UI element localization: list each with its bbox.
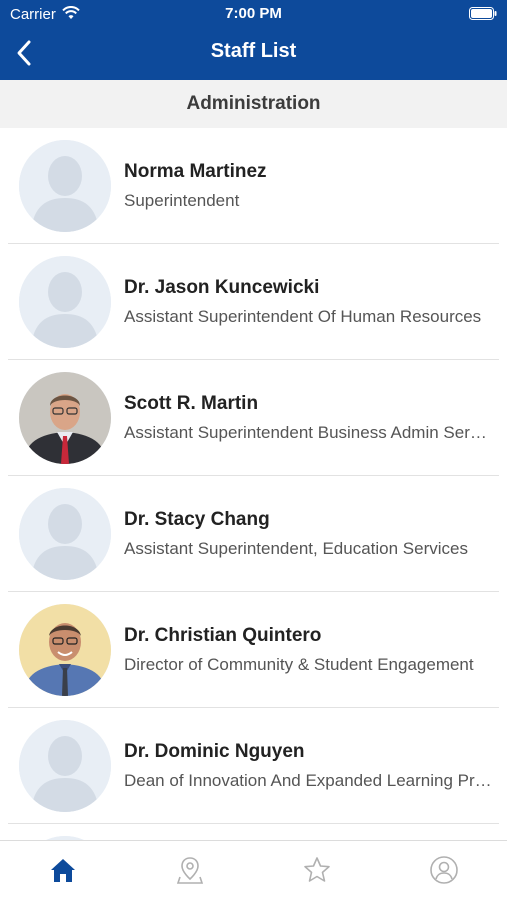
staff-title: Assistant Superintendent Of Human Resour… — [124, 307, 482, 326]
staff-name: Dr. Jason Kuncewicki — [124, 277, 320, 298]
staff-row-partial[interactable] — [0, 824, 507, 840]
status-bar: Carrier 7:00 PM — [0, 0, 507, 28]
staff-title: Dean of Innovation And Expanded Learning… — [124, 771, 494, 790]
avatar-placeholder — [19, 140, 111, 232]
staff-name: Scott R. Martin — [124, 393, 259, 414]
profile-icon — [430, 856, 458, 884]
staff-title: Director of Community & Student Engageme… — [124, 655, 474, 674]
avatar-placeholder — [19, 720, 111, 812]
battery-icon — [469, 7, 497, 20]
home-icon — [51, 859, 75, 882]
staff-row[interactable]: Dr. Dominic Nguyen Dean of Innovation An… — [0, 708, 507, 824]
staff-row[interactable]: Scott R. Martin Assistant Superintendent… — [0, 360, 507, 476]
star-icon — [304, 857, 330, 882]
tab-locations[interactable] — [127, 841, 253, 900]
avatar-placeholder — [19, 256, 111, 348]
tab-profile[interactable] — [381, 841, 507, 900]
avatar-photo — [19, 372, 111, 464]
staff-list[interactable]: Norma Martinez Superintendent Dr. Jason … — [0, 128, 507, 840]
staff-row[interactable]: Dr. Jason Kuncewicki Assistant Superinte… — [0, 244, 507, 360]
staff-title: Superintendent — [124, 191, 240, 210]
staff-title: Assistant Superintendent Business Admin … — [124, 423, 494, 442]
tab-home[interactable] — [0, 841, 126, 900]
section-header: Administration — [0, 80, 507, 128]
map-pin-icon — [176, 857, 204, 884]
staff-title: Assistant Superintendent, Education Serv… — [124, 539, 468, 558]
staff-name: Dr. Christian Quintero — [124, 625, 322, 646]
staff-name: Dr. Stacy Chang — [124, 509, 270, 530]
staff-row[interactable]: Dr. Christian Quintero Director of Commu… — [0, 592, 507, 708]
clock: 7:00 PM — [225, 5, 282, 22]
staff-row[interactable]: Dr. Stacy Chang Assistant Superintendent… — [0, 476, 507, 592]
tab-bar — [0, 840, 507, 900]
staff-name: Norma Martinez — [124, 161, 267, 182]
app-header: Carrier 7:00 PM Staff List — [0, 0, 507, 80]
avatar-photo — [19, 604, 111, 696]
nav-bar: Staff List — [0, 30, 507, 76]
page-title: Staff List — [210, 40, 297, 62]
tab-favorites[interactable] — [254, 841, 380, 900]
staff-name: Dr. Dominic Nguyen — [124, 741, 305, 762]
avatar-placeholder — [19, 488, 111, 580]
staff-row[interactable]: Norma Martinez Superintendent — [0, 128, 507, 244]
